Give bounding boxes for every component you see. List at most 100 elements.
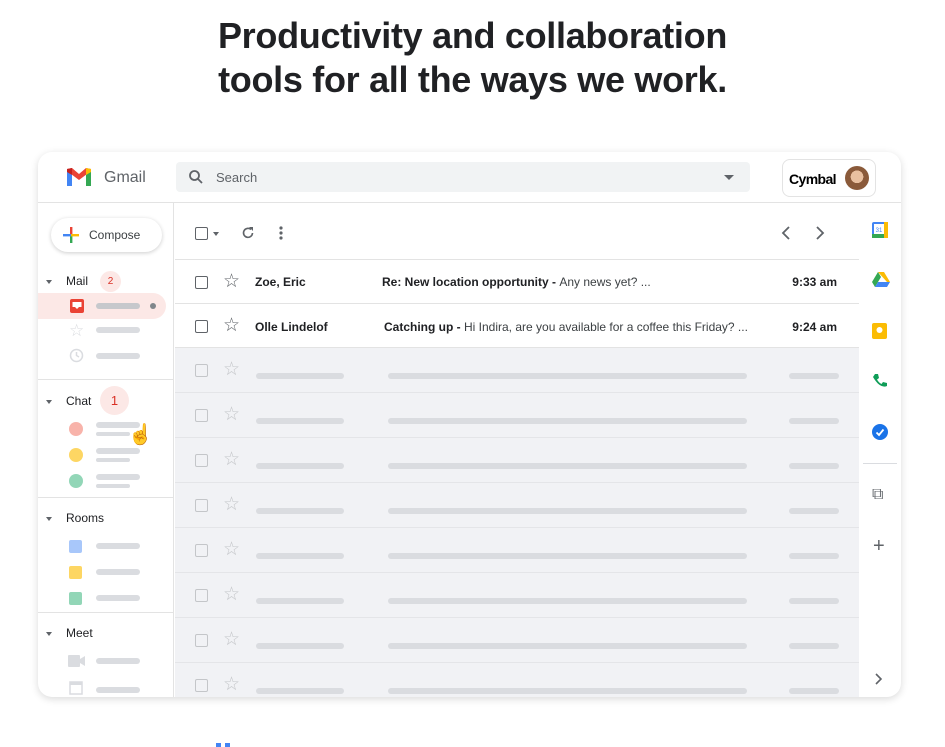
email-checkbox[interactable]: [195, 454, 208, 467]
placeholder-email-row: ☆: [175, 528, 859, 573]
star-icon[interactable]: ☆: [223, 272, 240, 291]
tasks-icon[interactable]: [872, 424, 888, 440]
email-sender: Olle Lindelof: [255, 320, 328, 334]
section-chat[interactable]: Chat: [46, 394, 91, 408]
section-rooms[interactable]: Rooms: [46, 511, 104, 525]
select-all-checkbox[interactable]: [195, 227, 208, 240]
page-headline: Productivity and collaboration tools for…: [0, 14, 945, 102]
placeholder-bar: [256, 598, 344, 604]
email-row[interactable]: ☆ Zoe, Eric Re: New location opportunity…: [175, 260, 859, 304]
video-camera-icon[interactable]: [68, 655, 85, 667]
voice-phone-icon[interactable]: [872, 373, 888, 389]
chat-unread-badge: 1: [100, 386, 129, 415]
avatar[interactable]: [845, 166, 869, 190]
placeholder-bar: [789, 373, 839, 379]
add-icon[interactable]: +: [873, 536, 885, 556]
app-header: Gmail Search Cymbal: [38, 152, 901, 203]
collapse-icon: [46, 631, 52, 636]
placeholder-bar: [789, 553, 839, 559]
account-switcher[interactable]: Cymbal: [782, 159, 876, 197]
placeholder-bar: [256, 418, 344, 424]
email-checkbox[interactable]: [195, 499, 208, 512]
star-icon[interactable]: ☆: [223, 450, 240, 469]
star-icon[interactable]: ☆: [223, 495, 240, 514]
expand-panel-icon[interactable]: [875, 673, 883, 685]
addons-puzzle-icon[interactable]: ⧉: [872, 486, 883, 504]
starred-icon[interactable]: ☆: [69, 321, 84, 341]
email-snippet: Hi Indira, are you available for a coffe…: [464, 320, 748, 334]
search-input[interactable]: Search: [176, 162, 750, 192]
calendar-app-icon[interactable]: 31: [872, 222, 888, 238]
email-checkbox[interactable]: [195, 364, 208, 377]
star-icon[interactable]: ☆: [223, 630, 240, 649]
placeholder-bar: [388, 553, 747, 559]
section-label: Meet: [66, 626, 93, 640]
headline-line-1: Productivity and collaboration: [217, 15, 728, 56]
placeholder-bar: [388, 598, 747, 604]
separator: -: [548, 275, 560, 289]
placeholder-bar: [789, 418, 839, 424]
compose-button[interactable]: Compose: [51, 218, 162, 252]
search-options-dropdown-icon[interactable]: [724, 175, 734, 180]
star-icon[interactable]: ☆: [223, 675, 240, 694]
placeholder-bar: [388, 643, 747, 649]
placeholder-bar: [388, 418, 747, 424]
email-checkbox[interactable]: [195, 320, 208, 333]
sidebar-item-inbox[interactable]: [38, 293, 166, 319]
placeholder-bar: [96, 303, 140, 309]
star-icon[interactable]: ☆: [223, 316, 240, 335]
account-brand-logo: Cymbal: [789, 171, 837, 187]
placeholder-bar: [96, 543, 140, 549]
previous-page-icon[interactable]: [781, 226, 791, 240]
refresh-icon[interactable]: [241, 226, 255, 240]
placeholder-email-row: ☆: [175, 393, 859, 438]
email-snippet: Any news yet? ...: [559, 275, 651, 289]
separator: -: [453, 320, 464, 334]
chat-contact-avatar[interactable]: [69, 474, 83, 488]
gmail-window: Gmail Search Cymbal Compose Mail 2 ☆ Cha…: [38, 152, 901, 697]
star-icon[interactable]: ☆: [223, 360, 240, 379]
placeholder-email-row: ☆: [175, 573, 859, 618]
email-time: 9:24 am: [792, 320, 837, 334]
placeholder-bar: [256, 643, 344, 649]
snoozed-clock-icon[interactable]: [69, 348, 84, 363]
email-subject-line: Re: New location opportunity - Any news …: [382, 275, 651, 289]
star-icon[interactable]: ☆: [223, 585, 240, 604]
room-icon[interactable]: [69, 592, 82, 605]
email-checkbox[interactable]: [195, 409, 208, 422]
collapse-icon: [46, 399, 52, 404]
plus-icon: [63, 227, 79, 243]
email-checkbox[interactable]: [195, 276, 208, 289]
room-icon[interactable]: [69, 566, 82, 579]
decorative-mark: [225, 743, 230, 747]
side-panel: 31 ⧉ +: [859, 203, 901, 697]
star-icon[interactable]: ☆: [223, 540, 240, 559]
headline-line-2: tools for all the ways we work.: [218, 59, 727, 100]
placeholder-email-row: ☆: [175, 663, 859, 697]
select-dropdown-icon[interactable]: [213, 232, 219, 236]
next-page-icon[interactable]: [815, 226, 825, 240]
placeholder-bar: [388, 688, 747, 694]
keep-icon[interactable]: [872, 323, 887, 339]
placeholder-bar: [388, 508, 747, 514]
section-meet[interactable]: Meet: [46, 626, 93, 640]
rail-divider: [863, 463, 897, 464]
email-checkbox[interactable]: [195, 544, 208, 557]
more-options-icon[interactable]: [279, 226, 283, 240]
app-name: Gmail: [104, 169, 146, 186]
drive-icon[interactable]: [872, 272, 890, 288]
email-row[interactable]: ☆ Olle Lindelof Catching up - Hi Indira,…: [175, 304, 859, 348]
email-checkbox[interactable]: [195, 589, 208, 602]
chat-contact-avatar[interactable]: [69, 422, 83, 436]
room-icon[interactable]: [69, 540, 82, 553]
email-subject: Re: New location opportunity: [382, 275, 549, 289]
chat-contact-avatar[interactable]: [69, 448, 83, 462]
placeholder-bar: [789, 598, 839, 604]
email-checkbox[interactable]: [195, 634, 208, 647]
calendar-icon[interactable]: [69, 680, 83, 695]
email-checkbox[interactable]: [195, 679, 208, 692]
section-mail[interactable]: Mail: [46, 274, 88, 288]
svg-text:31: 31: [876, 228, 883, 234]
star-icon[interactable]: ☆: [223, 405, 240, 424]
placeholder-bar: [96, 595, 140, 601]
